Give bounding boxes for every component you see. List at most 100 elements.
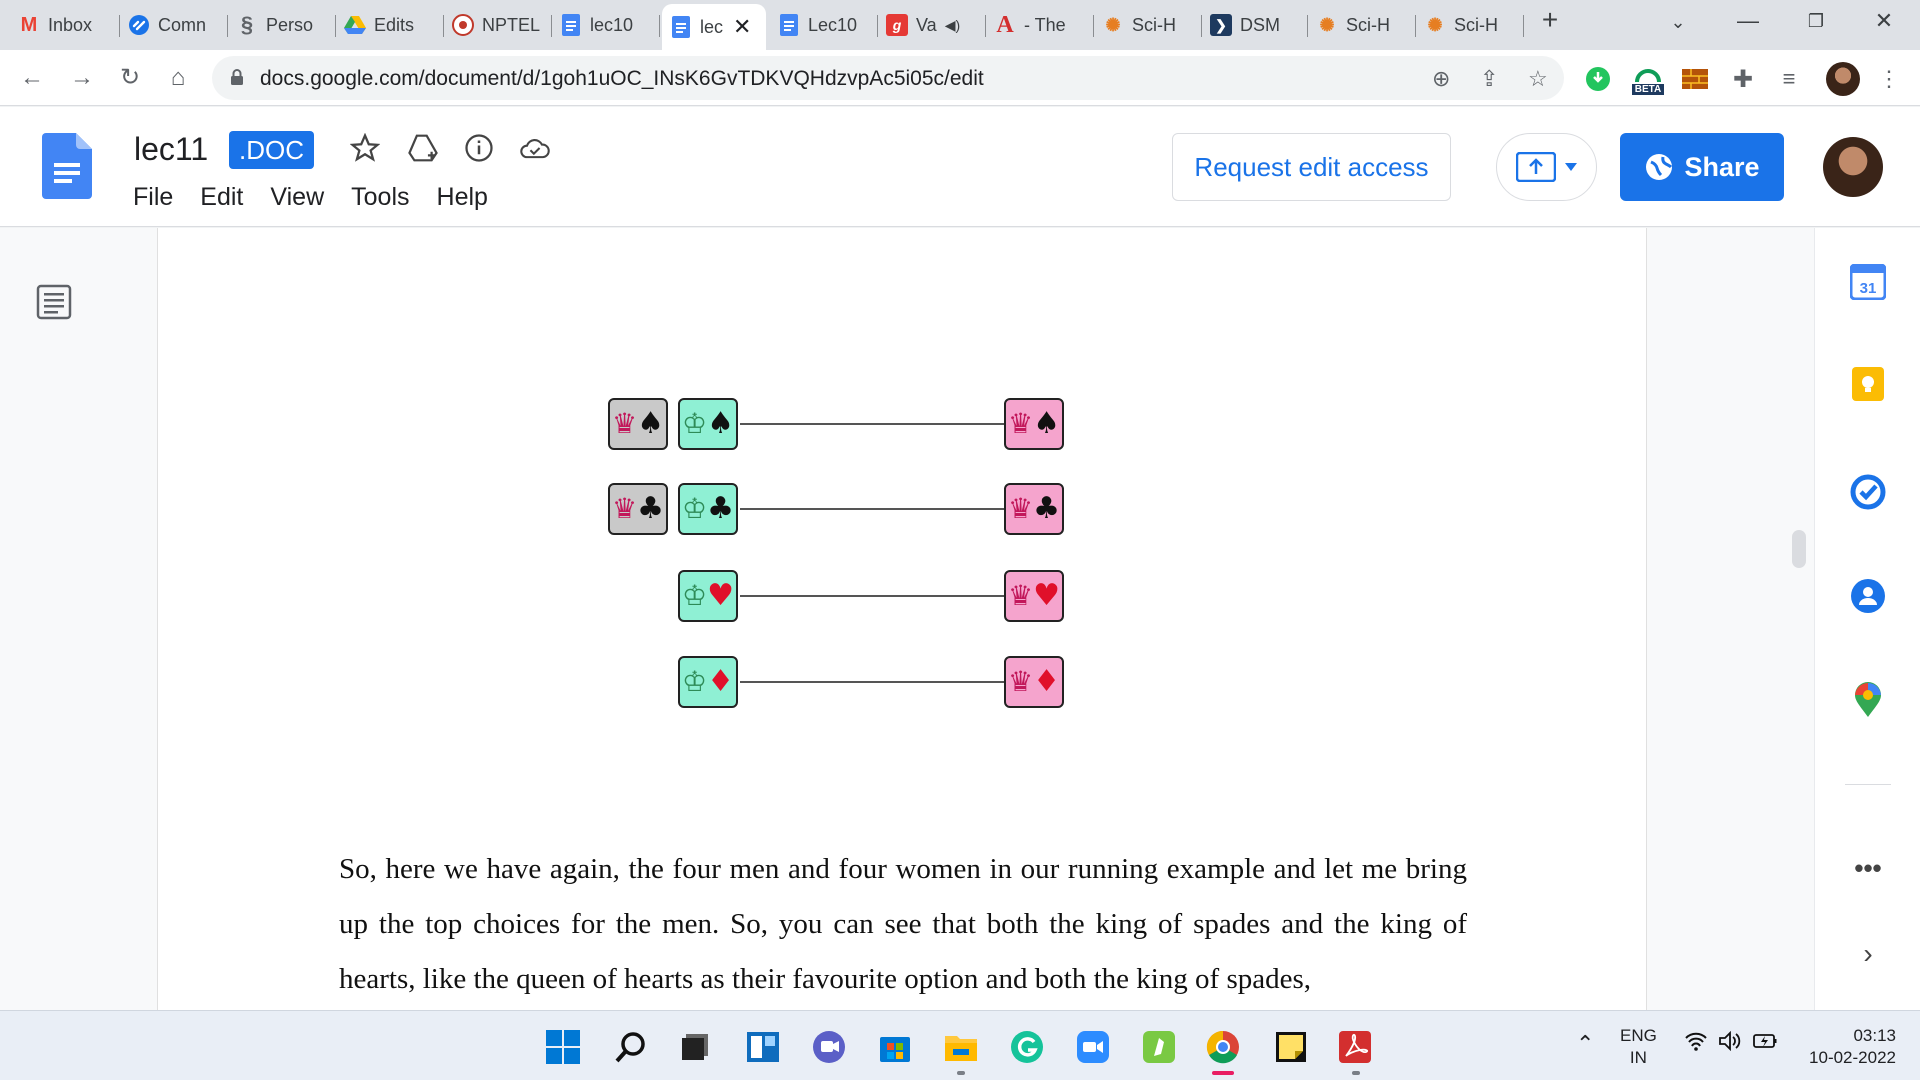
spade-icon: ♠ [637,406,664,441]
menu-tools[interactable]: Tools [351,183,409,212]
speaker-icon[interactable]: ◀) [945,17,960,34]
home-icon[interactable]: ⌂ [162,62,194,94]
google-docs-logo-icon[interactable] [42,133,92,199]
share-button[interactable]: Share [1620,133,1784,201]
menu-view[interactable]: View [270,183,324,212]
show-hidden-icons-chevron-icon[interactable]: ⌃ [1576,1031,1594,1057]
evernote-icon[interactable] [1140,1028,1178,1066]
task-view-icon[interactable] [676,1028,714,1066]
vertical-scrollbar[interactable] [1792,530,1806,568]
grammarly-icon[interactable] [1008,1028,1046,1066]
queen-icon: ♛ [1007,579,1034,612]
menu-bar: File Edit View Tools Help [133,183,515,212]
tab-label: Sci-H [1346,14,1390,35]
tasks-icon[interactable] [1848,472,1888,512]
more-options-icon[interactable]: ••• [1848,848,1888,888]
info-icon[interactable] [462,131,496,165]
present-button[interactable] [1496,133,1597,201]
tab-perso[interactable]: § Perso [228,6,336,44]
document-outline-icon[interactable] [36,284,72,320]
close-tab-icon[interactable]: ✕ [733,14,751,40]
contacts-icon[interactable] [1848,576,1888,616]
back-icon[interactable]: ← [16,62,48,94]
acrobat-reader-icon[interactable] [1336,1028,1374,1066]
tab-label: - The [1024,14,1066,35]
profile-avatar[interactable] [1826,62,1860,96]
tab-dsm[interactable]: ❯ DSM [1202,6,1308,44]
tab-label: Lec10 [808,14,858,35]
bookmark-star-icon[interactable]: ☆ [1528,66,1548,92]
docs-icon [670,16,692,38]
forward-icon[interactable]: → [66,62,98,94]
tab-nptel[interactable]: NPTEL [444,6,552,44]
tab-label: Va [916,14,937,35]
menu-file[interactable]: File [133,183,173,212]
widgets-icon[interactable] [744,1028,782,1066]
wifi-icon[interactable] [1684,1031,1708,1057]
maps-icon[interactable] [1848,680,1888,720]
chrome-icon[interactable] [1204,1028,1242,1066]
extension-brick-icon[interactable] [1680,64,1710,94]
extension-green-icon[interactable] [1583,64,1613,94]
zoom-app-icon[interactable] [1074,1028,1112,1066]
queen-of-spades-card-left: ♛ ♠ [608,398,668,450]
extension-beta-icon[interactable]: BETA [1628,60,1668,100]
search-icon[interactable] [612,1028,650,1066]
volume-icon[interactable] [1718,1030,1742,1057]
account-avatar[interactable] [1823,137,1883,197]
club-icon: ♣ [1033,491,1060,526]
address-bar[interactable]: docs.google.com/document/d/1goh1uOC_INsK… [212,56,1564,100]
king-of-clubs-card: ♔ ♣ [678,483,738,535]
clock[interactable]: 03:13 10-02-2022 [1796,1025,1896,1069]
share-page-icon[interactable]: ⇪ [1480,66,1498,92]
tab-lec-active[interactable]: lec ✕ [662,4,766,50]
teams-chat-icon[interactable] [810,1028,848,1066]
expand-panel-chevron-icon[interactable]: › [1848,934,1888,974]
tab-the[interactable]: A - The [986,6,1094,44]
extensions-puzzle-icon[interactable]: ✚ [1728,64,1758,94]
keep-icon[interactable] [1848,364,1888,404]
tab-edits[interactable]: Edits [336,6,444,44]
tab-comn[interactable]: Comn [120,6,228,44]
reading-list-icon[interactable]: ≡ [1774,64,1804,94]
restore-icon[interactable]: ❐ [1796,11,1836,32]
new-tab-icon[interactable]: + [1530,4,1570,36]
clock-date: 10-02-2022 [1809,1048,1896,1067]
reload-icon[interactable]: ↻ [114,62,146,94]
tab-lec10[interactable]: lec10 [552,6,660,44]
input-language[interactable]: ENG IN [1620,1025,1657,1069]
queen-icon: ♛ [1007,665,1034,698]
tab-lec10-b[interactable]: Lec10 [770,6,878,44]
start-menu-icon[interactable] [544,1028,582,1066]
star-icon[interactable] [348,131,382,165]
menu-edit[interactable]: Edit [200,183,243,212]
tab-search-chevron-icon[interactable]: ⌄ [1658,12,1698,33]
match-line [740,595,1004,597]
battery-charging-icon[interactable] [1752,1031,1778,1057]
tab-inbox[interactable]: M Inbox [10,6,120,44]
file-explorer-icon[interactable] [942,1028,980,1066]
close-window-icon[interactable]: ✕ [1864,8,1904,34]
sticky-notes-icon[interactable] [1272,1028,1310,1066]
move-to-drive-icon[interactable] [406,131,440,165]
request-edit-access-button[interactable]: Request edit access [1172,133,1451,201]
minimize-icon[interactable]: — [1728,8,1768,34]
document-title[interactable]: lec11 [134,131,208,168]
url-text: docs.google.com/document/d/1goh1uOC_INsK… [260,67,984,90]
file-type-badge: .DOC [229,131,314,169]
zoom-icon[interactable]: ⊕ [1432,66,1450,92]
calendar-icon[interactable]: 31 [1848,262,1888,302]
tab-scihub-3[interactable]: ✺ Sci-H [1416,6,1524,44]
tab-scihub-1[interactable]: ✺ Sci-H [1094,6,1202,44]
microsoft-store-icon[interactable] [876,1028,914,1066]
tab-scihub-2[interactable]: ✺ Sci-H [1308,6,1416,44]
document-body-paragraph[interactable]: So, here we have again, the four men and… [339,842,1467,1007]
docs-header: lec11 .DOC File Edit View Tools Help Req… [0,107,1920,227]
browser-menu-icon[interactable]: ⋮ [1874,64,1904,94]
menu-help[interactable]: Help [437,183,488,212]
tab-va[interactable]: g Va ◀) [878,6,986,44]
cloud-saved-icon[interactable] [518,131,552,165]
queen-icon: ♛ [1007,492,1034,525]
king-of-spades-card: ♔ ♠ [678,398,738,450]
document-page[interactable]: ♛ ♠ ♔ ♠ ♛ ♠ ♛ ♣ ♔ ♣ ♛ ♣ ♔ ♥ ♛ ♥ ♔ ♦ ♛ ♦ … [157,228,1647,1010]
